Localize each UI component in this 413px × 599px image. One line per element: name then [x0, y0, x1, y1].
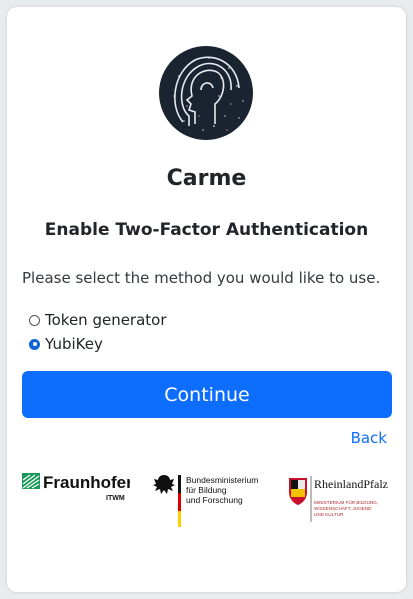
app-title: Carme	[166, 166, 247, 191]
continue-button[interactable]: Continue	[22, 371, 392, 418]
method-prompt: Please select the method you would like …	[22, 269, 381, 287]
bmbf-line2: für Bildung	[186, 485, 227, 495]
page-heading: Enable Two-Factor Authentication	[44, 220, 369, 240]
option-label: Token generator	[45, 311, 167, 329]
back-link[interactable]: Back	[351, 429, 387, 447]
rlp-logo: RheinlandPfalz MINISTERIUM FÜR BILDUNG, …	[289, 476, 388, 522]
option-yubikey[interactable]: YubiKey	[29, 335, 103, 353]
fraunhofer-name: Fraunhofer	[43, 473, 130, 492]
rlp-name: RheinlandPfalz	[314, 477, 388, 491]
rlp-sub3: UND KULTUR	[314, 512, 344, 517]
rlp-sub1: MINISTERIUM FÜR BILDUNG,	[314, 499, 378, 505]
fraunhofer-sub: ITWM	[106, 495, 125, 502]
radio-token-generator[interactable]	[29, 314, 40, 326]
fraunhofer-logo: Fraunhofer ITWM	[22, 473, 130, 502]
bmbf-logo: Bundesministerium für Bildung und Forsch…	[153, 475, 258, 527]
bmbf-line1: Bundesministerium	[186, 475, 258, 485]
carme-logo	[159, 46, 253, 140]
option-token-generator[interactable]: Token generator	[29, 311, 167, 329]
option-label: YubiKey	[45, 335, 103, 353]
radio-yubikey[interactable]	[29, 338, 40, 350]
rlp-sub2: WISSENSCHAFT, JUGEND	[314, 506, 372, 511]
bmbf-line3: und Forschung	[186, 495, 243, 505]
